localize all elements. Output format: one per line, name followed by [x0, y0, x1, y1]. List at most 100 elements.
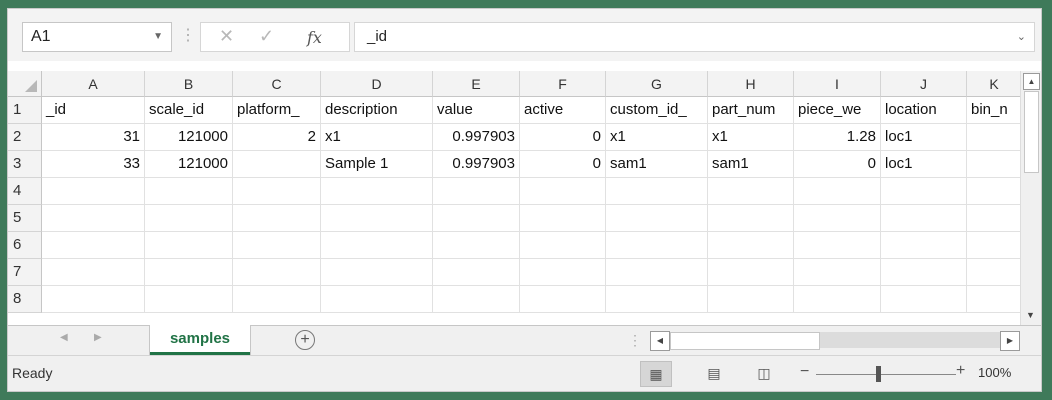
cell-j4[interactable]	[881, 178, 967, 205]
row-header-8[interactable]: 8	[8, 286, 42, 313]
cell-h2[interactable]: x1	[708, 124, 794, 151]
cell-g5[interactable]	[606, 205, 708, 232]
cell-e3[interactable]: 0.997903	[433, 151, 520, 178]
formula-input[interactable]: _id ⌄	[354, 22, 1035, 52]
cell-a8[interactable]	[42, 286, 145, 313]
cell-g4[interactable]	[606, 178, 708, 205]
vertical-scrollbar[interactable]: ▲ ▼	[1020, 71, 1041, 325]
cell-f4[interactable]	[520, 178, 606, 205]
cell-k6[interactable]	[967, 232, 1022, 259]
cell-i6[interactable]	[794, 232, 881, 259]
cell-i2[interactable]: 1.28	[794, 124, 881, 151]
enter-icon[interactable]: ✓	[259, 26, 274, 47]
cell-a7[interactable]	[42, 259, 145, 286]
cell-c7[interactable]	[233, 259, 321, 286]
cell-e7[interactable]	[433, 259, 520, 286]
cell-e1[interactable]: value	[433, 97, 520, 124]
vertical-scroll-thumb[interactable]	[1024, 91, 1039, 173]
column-header-c[interactable]: C	[233, 71, 321, 97]
tab-prev-icon[interactable]: ◀	[60, 332, 68, 343]
cell-k1[interactable]: bin_n	[967, 97, 1022, 124]
scroll-down-icon[interactable]: ▼	[1023, 308, 1038, 323]
cell-f5[interactable]	[520, 205, 606, 232]
cell-a3[interactable]: 33	[42, 151, 145, 178]
cell-b2[interactable]: 121000	[145, 124, 233, 151]
row-header-4[interactable]: 4	[8, 178, 42, 205]
cell-h6[interactable]	[708, 232, 794, 259]
zoom-slider[interactable]	[816, 374, 956, 375]
zoom-out-button[interactable]: −	[800, 363, 809, 381]
name-box[interactable]: A1 ▼	[22, 22, 172, 52]
cell-i1[interactable]: piece_we	[794, 97, 881, 124]
cell-f1[interactable]: active	[520, 97, 606, 124]
cell-g1[interactable]: custom_id_	[606, 97, 708, 124]
row-header-6[interactable]: 6	[8, 232, 42, 259]
cell-h7[interactable]	[708, 259, 794, 286]
cell-h3[interactable]: sam1	[708, 151, 794, 178]
cell-a6[interactable]	[42, 232, 145, 259]
tab-splitter[interactable]: ⋮	[628, 332, 642, 349]
cell-j1[interactable]: location	[881, 97, 967, 124]
normal-view-icon[interactable]: ▦	[640, 361, 672, 387]
cell-a5[interactable]	[42, 205, 145, 232]
cell-g8[interactable]	[606, 286, 708, 313]
cell-b1[interactable]: scale_id	[145, 97, 233, 124]
cell-k7[interactable]	[967, 259, 1022, 286]
cell-b7[interactable]	[145, 259, 233, 286]
chevron-down-icon[interactable]: ▼	[153, 23, 163, 51]
cell-k4[interactable]	[967, 178, 1022, 205]
cell-f8[interactable]	[520, 286, 606, 313]
cell-c2[interactable]: 2	[233, 124, 321, 151]
cell-c5[interactable]	[233, 205, 321, 232]
cell-f6[interactable]	[520, 232, 606, 259]
cell-j7[interactable]	[881, 259, 967, 286]
cell-a4[interactable]	[42, 178, 145, 205]
row-header-1[interactable]: 1	[8, 97, 42, 124]
cell-c3[interactable]	[233, 151, 321, 178]
cell-i3[interactable]: 0	[794, 151, 881, 178]
cell-h5[interactable]	[708, 205, 794, 232]
column-header-h[interactable]: H	[708, 71, 794, 97]
cell-k5[interactable]	[967, 205, 1022, 232]
cell-a1[interactable]: _id	[42, 97, 145, 124]
zoom-slider-thumb[interactable]	[876, 366, 881, 382]
column-header-b[interactable]: B	[145, 71, 233, 97]
cell-g6[interactable]	[606, 232, 708, 259]
select-all-icon[interactable]	[8, 71, 42, 97]
column-header-a[interactable]: A	[42, 71, 145, 97]
cell-h4[interactable]	[708, 178, 794, 205]
cell-i4[interactable]	[794, 178, 881, 205]
cell-c4[interactable]	[233, 178, 321, 205]
cell-f2[interactable]: 0	[520, 124, 606, 151]
horizontal-scrollbar[interactable]: ◀ ▶	[650, 331, 1020, 351]
zoom-in-button[interactable]: +	[956, 362, 965, 380]
cell-f3[interactable]: 0	[520, 151, 606, 178]
cell-b4[interactable]	[145, 178, 233, 205]
cell-i8[interactable]	[794, 286, 881, 313]
row-header-7[interactable]: 7	[8, 259, 42, 286]
cell-b8[interactable]	[145, 286, 233, 313]
cell-i7[interactable]	[794, 259, 881, 286]
cell-g7[interactable]	[606, 259, 708, 286]
cell-d6[interactable]	[321, 232, 433, 259]
cell-c1[interactable]: platform_	[233, 97, 321, 124]
row-header-3[interactable]: 3	[8, 151, 42, 178]
scroll-left-icon[interactable]: ◀	[650, 331, 670, 351]
column-header-i[interactable]: I	[794, 71, 881, 97]
cell-j6[interactable]	[881, 232, 967, 259]
cell-k2[interactable]	[967, 124, 1022, 151]
cell-d4[interactable]	[321, 178, 433, 205]
cell-d2[interactable]: x1	[321, 124, 433, 151]
column-header-e[interactable]: E	[433, 71, 520, 97]
cell-d7[interactable]	[321, 259, 433, 286]
cell-j5[interactable]	[881, 205, 967, 232]
cell-g2[interactable]: x1	[606, 124, 708, 151]
sheet-tab-samples[interactable]: samples	[150, 325, 250, 355]
scroll-right-icon[interactable]: ▶	[1000, 331, 1020, 351]
horizontal-scroll-track[interactable]	[820, 332, 1000, 348]
cell-d1[interactable]: description	[321, 97, 433, 124]
cell-d8[interactable]	[321, 286, 433, 313]
page-layout-icon[interactable]: ▤	[698, 361, 730, 387]
tab-next-icon[interactable]: ▶	[94, 332, 102, 343]
cancel-icon[interactable]: ✕	[219, 26, 234, 47]
